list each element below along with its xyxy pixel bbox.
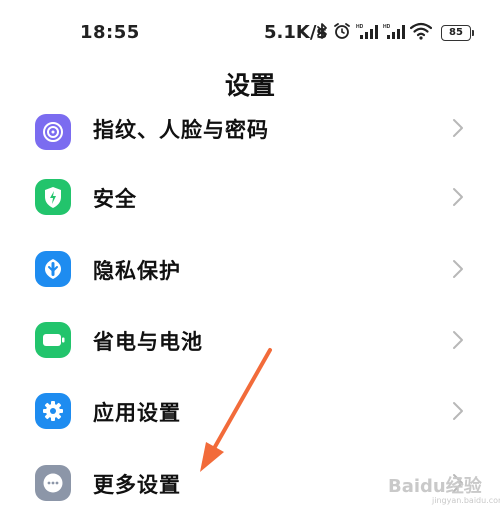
status-bar: 18:55 5.1K/s HD HD 85	[0, 0, 500, 62]
settings-item-label: 指纹、人脸与密码	[93, 118, 269, 142]
settings-item-label: 应用设置	[93, 401, 181, 425]
settings-item-label: 安全	[93, 187, 137, 211]
status-icons: HD HD 85	[316, 21, 474, 45]
privacy-icon	[35, 251, 71, 287]
battery-saver-icon	[35, 322, 71, 358]
svg-text:HD: HD	[383, 24, 391, 30]
baidu-watermark: Baidu经验	[388, 476, 482, 497]
wifi-icon	[409, 22, 433, 44]
hd-signal-icon: HD	[356, 22, 378, 44]
chevron-right-icon	[453, 188, 463, 206]
settings-item-label: 省电与电池	[93, 330, 203, 354]
baidu-watermark-url: jingyan.baidu.com	[432, 496, 500, 505]
chevron-right-icon	[453, 402, 463, 420]
settings-item-security[interactable]: 安全	[0, 161, 500, 233]
chevron-right-icon	[453, 119, 463, 137]
settings-item-label: 更多设置	[93, 473, 181, 497]
status-time: 18:55	[80, 22, 140, 43]
shield-icon	[35, 179, 71, 215]
settings-item-apps[interactable]: 应用设置	[0, 375, 500, 447]
bluetooth-icon	[316, 22, 328, 44]
chevron-right-icon	[453, 331, 463, 349]
settings-item-label: 隐私保护	[93, 259, 181, 283]
chevron-right-icon	[453, 260, 463, 278]
battery-icon: 85	[441, 25, 474, 41]
hd-signal-icon: HD	[383, 22, 405, 44]
fingerprint-icon	[35, 114, 71, 150]
more-icon	[35, 465, 71, 501]
settings-item-fingerprint[interactable]: 指纹、人脸与密码	[0, 94, 500, 166]
gear-icon	[35, 393, 71, 429]
alarm-icon	[333, 22, 351, 44]
settings-item-privacy[interactable]: 隐私保护	[0, 233, 500, 305]
settings-item-battery[interactable]: 省电与电池	[0, 304, 500, 376]
svg-text:HD: HD	[356, 24, 364, 30]
